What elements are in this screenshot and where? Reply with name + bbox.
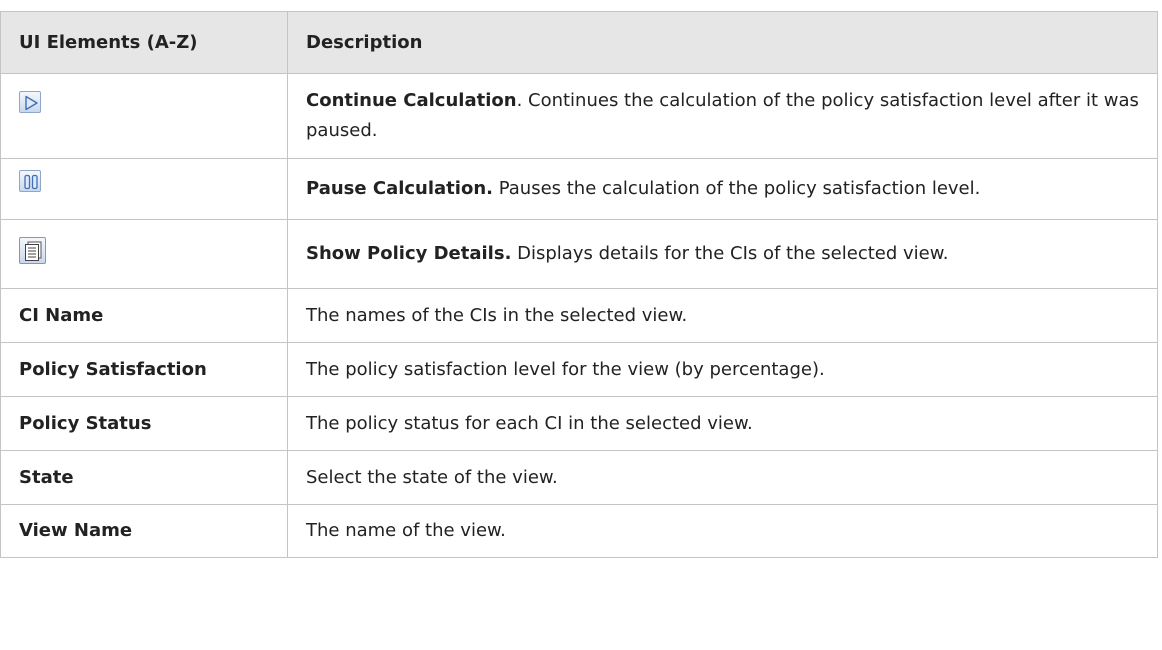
element-cell	[0, 219, 288, 289]
table-row: Pause Calculation. Pauses the calculatio…	[0, 158, 1158, 220]
ui-elements-table: UI Elements (A-Z) Description Continue C…	[0, 11, 1158, 558]
element-cell	[0, 73, 288, 159]
table-row: View Name The name of the view.	[0, 504, 1158, 558]
description-text: The policy satisfaction level for the vi…	[287, 342, 1158, 397]
description-text: Pauses the calculation of the policy sat…	[492, 178, 981, 199]
table-row: Continue Calculation. Continues the calc…	[0, 73, 1158, 159]
description-cell: Continue Calculation. Continues the calc…	[287, 73, 1158, 159]
details-icon	[19, 236, 46, 264]
description-text: Select the state of the view.	[287, 450, 1158, 505]
description-title: Continue Calculation	[306, 90, 517, 111]
element-name: Policy Status	[0, 396, 288, 451]
description-text: The name of the view.	[287, 504, 1158, 558]
table-header-row: UI Elements (A-Z) Description	[0, 11, 1158, 74]
description-cell: Pause Calculation. Pauses the calculatio…	[287, 158, 1158, 220]
pause-icon	[19, 170, 41, 192]
description-text: Displays details for the CIs of the sele…	[511, 243, 949, 264]
element-cell	[0, 158, 288, 220]
table-row: Show Policy Details. Displays details fo…	[0, 219, 1158, 289]
description-text: The names of the CIs in the selected vie…	[287, 288, 1158, 343]
table-row: Policy Status The policy status for each…	[0, 396, 1158, 451]
element-name: CI Name	[0, 288, 288, 343]
element-name: View Name	[0, 504, 288, 558]
description-cell: Show Policy Details. Displays details fo…	[287, 219, 1158, 289]
table-row: CI Name The names of the CIs in the sele…	[0, 288, 1158, 343]
description-title: Pause Calculation.	[306, 178, 493, 199]
continue-icon	[19, 91, 41, 113]
description-text: The policy status for each CI in the sel…	[287, 396, 1158, 451]
description-title: Show Policy Details.	[306, 243, 512, 264]
table-row: State Select the state of the view.	[0, 450, 1158, 505]
element-name: State	[0, 450, 288, 505]
header-description: Description	[287, 11, 1158, 74]
element-name: Policy Satisfaction	[0, 342, 288, 397]
table-row: Policy Satisfaction The policy satisfact…	[0, 342, 1158, 397]
header-ui-elements: UI Elements (A-Z)	[0, 11, 288, 74]
